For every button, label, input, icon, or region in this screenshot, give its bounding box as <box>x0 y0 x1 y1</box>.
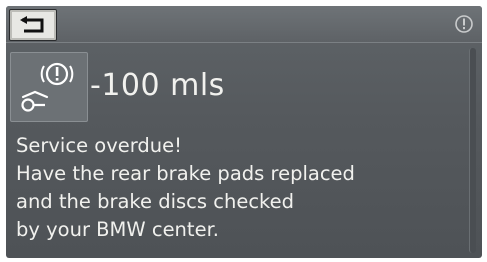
remaining-distance: -100 mls <box>90 68 225 103</box>
brake-service-warning-icon <box>21 62 74 112</box>
service-item-icon-box <box>10 52 88 122</box>
message-line: and the brake discs checked <box>16 190 295 213</box>
info-icon <box>455 15 473 33</box>
message-line: by your BMW center. <box>16 218 219 241</box>
service-notification-screen: -100 mls Service overdue! Have the rear … <box>6 6 482 258</box>
message-line: Service overdue! <box>16 134 182 157</box>
service-message: Service overdue! Have the rear brake pad… <box>16 132 456 244</box>
title-bar <box>6 6 482 43</box>
message-line: Have the rear brake pads replaced <box>16 162 355 185</box>
scrollbar-track[interactable] <box>469 48 476 253</box>
back-button[interactable] <box>9 9 57 41</box>
back-arrow-icon <box>20 16 44 33</box>
